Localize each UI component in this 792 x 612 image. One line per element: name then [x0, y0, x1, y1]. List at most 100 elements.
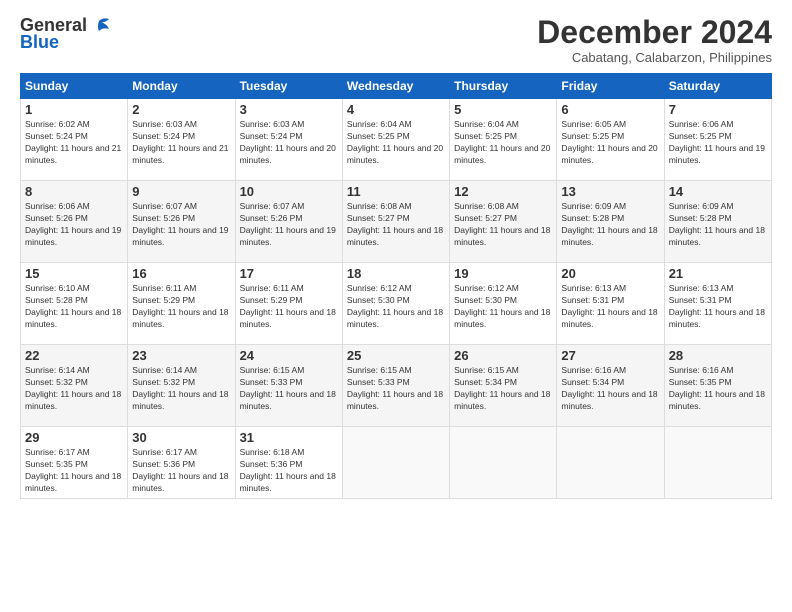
day-number: 8 [25, 184, 123, 199]
day-info: Sunrise: 6:17 AM Sunset: 5:35 PM Dayligh… [25, 447, 123, 495]
table-row: 28 Sunrise: 6:16 AM Sunset: 5:35 PM Dayl… [664, 345, 771, 427]
day-number: 18 [347, 266, 445, 281]
day-info: Sunrise: 6:09 AM Sunset: 5:28 PM Dayligh… [669, 201, 767, 249]
day-info: Sunrise: 6:06 AM Sunset: 5:25 PM Dayligh… [669, 119, 767, 167]
day-number: 7 [669, 102, 767, 117]
col-thursday: Thursday [450, 74, 557, 99]
table-row: 18 Sunrise: 6:12 AM Sunset: 5:30 PM Dayl… [342, 263, 449, 345]
day-number: 16 [132, 266, 230, 281]
day-info: Sunrise: 6:16 AM Sunset: 5:35 PM Dayligh… [669, 365, 767, 413]
day-number: 2 [132, 102, 230, 117]
table-row [450, 427, 557, 499]
table-row: 7 Sunrise: 6:06 AM Sunset: 5:25 PM Dayli… [664, 99, 771, 181]
day-number: 24 [240, 348, 338, 363]
day-info: Sunrise: 6:10 AM Sunset: 5:28 PM Dayligh… [25, 283, 123, 331]
logo-blue: Blue [20, 32, 59, 53]
table-row: 23 Sunrise: 6:14 AM Sunset: 5:32 PM Dayl… [128, 345, 235, 427]
day-number: 10 [240, 184, 338, 199]
day-number: 17 [240, 266, 338, 281]
table-row: 14 Sunrise: 6:09 AM Sunset: 5:28 PM Dayl… [664, 181, 771, 263]
day-info: Sunrise: 6:02 AM Sunset: 5:24 PM Dayligh… [25, 119, 123, 167]
day-info: Sunrise: 6:16 AM Sunset: 5:34 PM Dayligh… [561, 365, 659, 413]
header: General Blue December 2024 Cabatang, Cal… [20, 15, 772, 65]
day-info: Sunrise: 6:18 AM Sunset: 5:36 PM Dayligh… [240, 447, 338, 495]
day-info: Sunrise: 6:04 AM Sunset: 5:25 PM Dayligh… [347, 119, 445, 167]
col-wednesday: Wednesday [342, 74, 449, 99]
col-saturday: Saturday [664, 74, 771, 99]
table-row: 4 Sunrise: 6:04 AM Sunset: 5:25 PM Dayli… [342, 99, 449, 181]
day-number: 5 [454, 102, 552, 117]
table-row: 16 Sunrise: 6:11 AM Sunset: 5:29 PM Dayl… [128, 263, 235, 345]
day-info: Sunrise: 6:04 AM Sunset: 5:25 PM Dayligh… [454, 119, 552, 167]
table-row: 25 Sunrise: 6:15 AM Sunset: 5:33 PM Dayl… [342, 345, 449, 427]
day-number: 29 [25, 430, 123, 445]
table-row: 29 Sunrise: 6:17 AM Sunset: 5:35 PM Dayl… [21, 427, 128, 499]
table-row: 1 Sunrise: 6:02 AM Sunset: 5:24 PM Dayli… [21, 99, 128, 181]
table-row: 19 Sunrise: 6:12 AM Sunset: 5:30 PM Dayl… [450, 263, 557, 345]
day-info: Sunrise: 6:08 AM Sunset: 5:27 PM Dayligh… [454, 201, 552, 249]
table-row: 17 Sunrise: 6:11 AM Sunset: 5:29 PM Dayl… [235, 263, 342, 345]
day-info: Sunrise: 6:09 AM Sunset: 5:28 PM Dayligh… [561, 201, 659, 249]
day-number: 22 [25, 348, 123, 363]
table-row: 2 Sunrise: 6:03 AM Sunset: 5:24 PM Dayli… [128, 99, 235, 181]
day-number: 26 [454, 348, 552, 363]
day-number: 27 [561, 348, 659, 363]
month-title: December 2024 [537, 15, 772, 50]
day-info: Sunrise: 6:03 AM Sunset: 5:24 PM Dayligh… [132, 119, 230, 167]
col-monday: Monday [128, 74, 235, 99]
table-row: 27 Sunrise: 6:16 AM Sunset: 5:34 PM Dayl… [557, 345, 664, 427]
table-row: 6 Sunrise: 6:05 AM Sunset: 5:25 PM Dayli… [557, 99, 664, 181]
table-row: 11 Sunrise: 6:08 AM Sunset: 5:27 PM Dayl… [342, 181, 449, 263]
table-row: 3 Sunrise: 6:03 AM Sunset: 5:24 PM Dayli… [235, 99, 342, 181]
col-tuesday: Tuesday [235, 74, 342, 99]
table-row: 15 Sunrise: 6:10 AM Sunset: 5:28 PM Dayl… [21, 263, 128, 345]
col-sunday: Sunday [21, 74, 128, 99]
table-row: 22 Sunrise: 6:14 AM Sunset: 5:32 PM Dayl… [21, 345, 128, 427]
table-row [664, 427, 771, 499]
calendar-table: Sunday Monday Tuesday Wednesday Thursday… [20, 73, 772, 499]
table-row: 13 Sunrise: 6:09 AM Sunset: 5:28 PM Dayl… [557, 181, 664, 263]
day-info: Sunrise: 6:05 AM Sunset: 5:25 PM Dayligh… [561, 119, 659, 167]
day-info: Sunrise: 6:03 AM Sunset: 5:24 PM Dayligh… [240, 119, 338, 167]
table-row: 30 Sunrise: 6:17 AM Sunset: 5:36 PM Dayl… [128, 427, 235, 499]
day-info: Sunrise: 6:11 AM Sunset: 5:29 PM Dayligh… [132, 283, 230, 331]
table-row: 12 Sunrise: 6:08 AM Sunset: 5:27 PM Dayl… [450, 181, 557, 263]
day-number: 31 [240, 430, 338, 445]
table-row: 10 Sunrise: 6:07 AM Sunset: 5:26 PM Dayl… [235, 181, 342, 263]
col-friday: Friday [557, 74, 664, 99]
day-info: Sunrise: 6:14 AM Sunset: 5:32 PM Dayligh… [132, 365, 230, 413]
day-number: 11 [347, 184, 445, 199]
day-info: Sunrise: 6:12 AM Sunset: 5:30 PM Dayligh… [347, 283, 445, 331]
table-row: 24 Sunrise: 6:15 AM Sunset: 5:33 PM Dayl… [235, 345, 342, 427]
day-number: 28 [669, 348, 767, 363]
calendar-header-row: Sunday Monday Tuesday Wednesday Thursday… [21, 74, 772, 99]
table-row: 21 Sunrise: 6:13 AM Sunset: 5:31 PM Dayl… [664, 263, 771, 345]
day-number: 13 [561, 184, 659, 199]
day-info: Sunrise: 6:13 AM Sunset: 5:31 PM Dayligh… [561, 283, 659, 331]
day-info: Sunrise: 6:14 AM Sunset: 5:32 PM Dayligh… [25, 365, 123, 413]
table-row [342, 427, 449, 499]
table-row: 8 Sunrise: 6:06 AM Sunset: 5:26 PM Dayli… [21, 181, 128, 263]
day-number: 6 [561, 102, 659, 117]
logo: General Blue [20, 15, 111, 53]
day-number: 12 [454, 184, 552, 199]
day-number: 14 [669, 184, 767, 199]
title-area: December 2024 Cabatang, Calabarzon, Phil… [537, 15, 772, 65]
day-number: 15 [25, 266, 123, 281]
page: General Blue December 2024 Cabatang, Cal… [0, 0, 792, 612]
table-row: 5 Sunrise: 6:04 AM Sunset: 5:25 PM Dayli… [450, 99, 557, 181]
day-info: Sunrise: 6:08 AM Sunset: 5:27 PM Dayligh… [347, 201, 445, 249]
day-info: Sunrise: 6:07 AM Sunset: 5:26 PM Dayligh… [132, 201, 230, 249]
day-number: 1 [25, 102, 123, 117]
logo-bird-icon [89, 17, 111, 35]
table-row: 31 Sunrise: 6:18 AM Sunset: 5:36 PM Dayl… [235, 427, 342, 499]
table-row [557, 427, 664, 499]
day-info: Sunrise: 6:13 AM Sunset: 5:31 PM Dayligh… [669, 283, 767, 331]
day-number: 9 [132, 184, 230, 199]
day-info: Sunrise: 6:17 AM Sunset: 5:36 PM Dayligh… [132, 447, 230, 495]
day-number: 25 [347, 348, 445, 363]
table-row: 26 Sunrise: 6:15 AM Sunset: 5:34 PM Dayl… [450, 345, 557, 427]
day-number: 30 [132, 430, 230, 445]
day-info: Sunrise: 6:07 AM Sunset: 5:26 PM Dayligh… [240, 201, 338, 249]
day-number: 4 [347, 102, 445, 117]
